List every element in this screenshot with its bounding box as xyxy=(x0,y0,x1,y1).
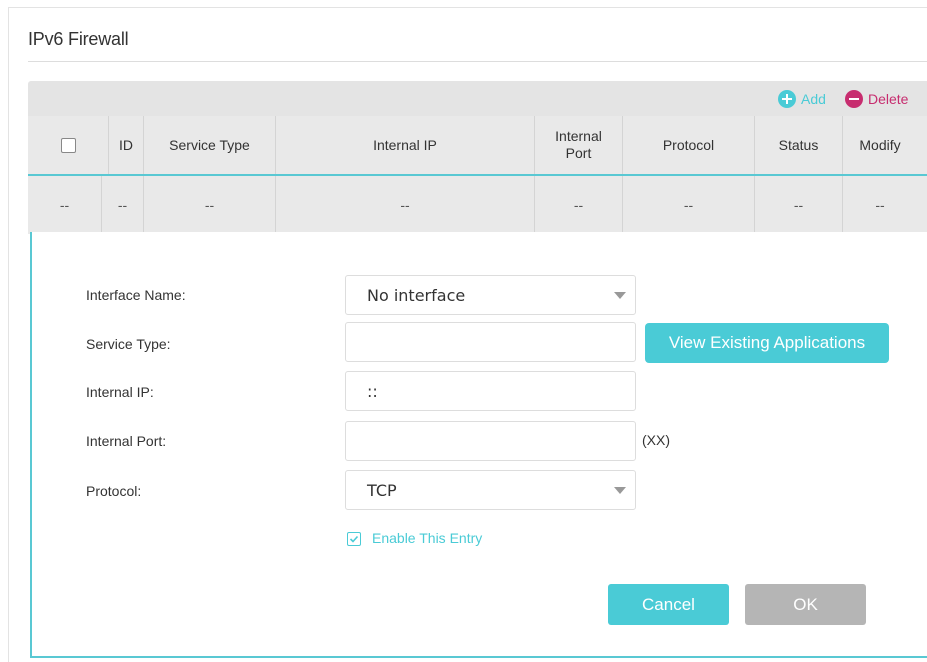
header-internal-port-line2: Port xyxy=(565,145,592,161)
header-service-type: Service Type xyxy=(169,136,250,153)
page-title: IPv6 Firewall xyxy=(28,29,129,49)
header-status: Status xyxy=(778,136,819,153)
internal-port-input[interactable] xyxy=(345,421,636,461)
internal-port-label: Internal Port: xyxy=(86,433,167,449)
header-internal-port: Internal Port xyxy=(535,116,622,174)
table-header: ID Service Type Internal IP Internal Por… xyxy=(28,116,927,174)
table-toolbar: Add Delete xyxy=(28,81,927,116)
checkmark-icon xyxy=(349,535,359,543)
row-cell-status: -- xyxy=(793,196,804,213)
interface-name-select[interactable]: No interface xyxy=(345,275,636,315)
chevron-down-icon xyxy=(614,292,626,299)
chevron-down-icon xyxy=(614,487,626,494)
add-label: Add xyxy=(801,90,826,107)
header-internal-ip: Internal IP xyxy=(373,136,437,153)
panel-left-border xyxy=(8,7,9,662)
ok-button[interactable]: OK xyxy=(745,584,866,625)
service-type-input[interactable] xyxy=(345,322,636,362)
service-type-label: Service Type: xyxy=(86,336,171,352)
row-cell-service-type: -- xyxy=(204,196,215,213)
header-modify: Modify xyxy=(859,136,901,153)
view-existing-applications-button[interactable]: View Existing Applications xyxy=(645,323,889,363)
minus-circle-icon xyxy=(845,89,863,108)
row-cell-protocol: -- xyxy=(683,196,694,213)
protocol-value: TCP xyxy=(367,480,397,500)
internal-ip-input[interactable]: :: xyxy=(345,371,636,411)
protocol-select[interactable]: TCP xyxy=(345,470,636,510)
delete-button[interactable]: Delete xyxy=(845,81,908,116)
enable-entry-checkbox[interactable] xyxy=(347,532,361,546)
table-row: -- -- -- -- -- -- -- -- xyxy=(28,174,927,234)
interface-name-value: No interface xyxy=(367,285,466,305)
delete-label: Delete xyxy=(868,90,909,107)
add-button[interactable]: Add xyxy=(778,81,826,116)
internal-port-hint: (XX) xyxy=(642,432,670,448)
internal-ip-value: :: xyxy=(367,381,378,401)
row-cell-select: -- xyxy=(59,196,70,213)
header-protocol: Protocol xyxy=(662,136,715,153)
panel-top-border xyxy=(8,7,927,8)
protocol-label: Protocol: xyxy=(86,483,142,499)
cancel-button[interactable]: Cancel xyxy=(608,584,729,625)
row-cell-modify: -- xyxy=(875,196,885,213)
plus-circle-icon xyxy=(778,89,796,108)
row-cell-internal-ip: -- xyxy=(400,196,410,213)
interface-name-label: Interface Name: xyxy=(86,287,186,303)
header-id: ID xyxy=(119,136,133,153)
title-divider xyxy=(28,61,927,62)
row-cell-internal-port: -- xyxy=(573,196,584,213)
enable-entry-label[interactable]: Enable This Entry xyxy=(372,530,482,546)
select-all-checkbox[interactable] xyxy=(60,137,76,153)
header-internal-port-line1: Internal xyxy=(555,128,602,144)
header-select-all xyxy=(28,116,108,174)
row-cell-id: -- xyxy=(117,196,128,213)
internal-ip-label: Internal IP: xyxy=(86,384,154,400)
